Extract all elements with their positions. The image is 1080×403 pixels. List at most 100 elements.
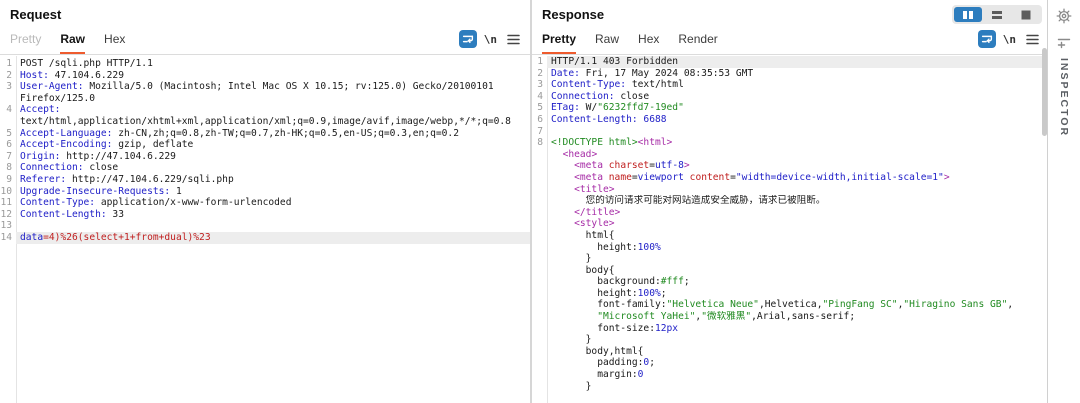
line-content: User-Agent: Mozilla/5.0 (Macintosh; Inte… bbox=[16, 81, 530, 93]
tab-raw[interactable]: Raw bbox=[60, 32, 85, 54]
request-editor[interactable]: 1POST /sqli.php HTTP/1.12Host: 47.104.6.… bbox=[0, 56, 530, 403]
word-wrap-icon[interactable] bbox=[459, 30, 477, 48]
code-line[interactable]: 2Date: Fri, 17 May 2024 08:35:53 GMT bbox=[532, 68, 1047, 80]
line-number: 3 bbox=[532, 79, 547, 91]
line-number: 14 bbox=[0, 232, 16, 244]
word-wrap-icon[interactable] bbox=[978, 30, 996, 48]
rows-layout-icon[interactable] bbox=[983, 7, 1011, 22]
code-line[interactable]: 3User-Agent: Mozilla/5.0 (Macintosh; Int… bbox=[0, 81, 530, 93]
code-line[interactable]: 10Upgrade-Insecure-Requests: 1 bbox=[0, 186, 530, 198]
code-line[interactable]: height:100%; bbox=[532, 288, 1047, 300]
tab-hex[interactable]: Hex bbox=[638, 32, 659, 54]
line-content: <head> bbox=[547, 149, 1047, 161]
code-line[interactable]: height:100% bbox=[532, 242, 1047, 254]
code-line[interactable]: 13 bbox=[0, 220, 530, 232]
line-content: font-size:12px bbox=[547, 323, 1047, 335]
code-line[interactable]: 4Connection: close bbox=[532, 91, 1047, 103]
line-number bbox=[532, 160, 547, 172]
code-line[interactable]: 8Connection: close bbox=[0, 162, 530, 174]
line-content: body{ bbox=[547, 265, 1047, 277]
response-editor[interactable]: 1HTTP/1.1 403 Forbidden2Date: Fri, 17 Ma… bbox=[532, 56, 1047, 403]
code-line[interactable]: padding:0; bbox=[532, 357, 1047, 369]
settings-gear-icon[interactable] bbox=[1056, 8, 1072, 29]
code-line[interactable]: 5ETag: W/"6232ffd7-19ed" bbox=[532, 102, 1047, 114]
tab-raw[interactable]: Raw bbox=[595, 32, 619, 54]
code-line[interactable]: </title> bbox=[532, 207, 1047, 219]
line-content bbox=[16, 220, 530, 232]
code-line[interactable]: <style> bbox=[532, 218, 1047, 230]
line-number: 6 bbox=[532, 114, 547, 126]
line-content: Date: Fri, 17 May 2024 08:35:53 GMT bbox=[547, 68, 1047, 80]
code-line[interactable]: margin:0 bbox=[532, 369, 1047, 381]
code-line[interactable]: "Microsoft YaHei","微软雅黑",Arial,sans-seri… bbox=[532, 311, 1047, 323]
line-content: Accept-Encoding: gzip, deflate bbox=[16, 139, 530, 151]
code-line[interactable]: 6Accept-Encoding: gzip, deflate bbox=[0, 139, 530, 151]
inspector-collapse-icon[interactable] bbox=[1057, 36, 1072, 55]
line-number bbox=[532, 369, 547, 381]
line-number bbox=[532, 346, 547, 358]
code-line[interactable]: <meta charset=utf-8> bbox=[532, 160, 1047, 172]
code-line[interactable]: <meta name=viewport content="width=devic… bbox=[532, 172, 1047, 184]
newline-toggle[interactable]: \n bbox=[484, 33, 497, 46]
newline-toggle[interactable]: \n bbox=[1003, 33, 1016, 46]
line-number bbox=[532, 172, 547, 184]
columns-layout-icon[interactable] bbox=[954, 7, 982, 22]
line-number bbox=[532, 357, 547, 369]
code-line[interactable]: 12Content-Length: 33 bbox=[0, 209, 530, 221]
line-number bbox=[532, 242, 547, 254]
tab-pretty[interactable]: Pretty bbox=[542, 32, 576, 54]
line-content: <meta name=viewport content="width=devic… bbox=[547, 172, 1047, 184]
line-number bbox=[0, 93, 16, 105]
code-line[interactable]: html{ bbox=[532, 230, 1047, 242]
line-content: padding:0; bbox=[547, 357, 1047, 369]
line-content: margin:0 bbox=[547, 369, 1047, 381]
hamburger-menu-icon[interactable] bbox=[1023, 30, 1041, 48]
line-content: } bbox=[547, 381, 1047, 393]
code-line[interactable]: 7Origin: http://47.104.6.229 bbox=[0, 151, 530, 163]
hamburger-menu-icon[interactable] bbox=[504, 30, 522, 48]
code-line[interactable]: 5Accept-Language: zh-CN,zh;q=0.8,zh-TW;q… bbox=[0, 128, 530, 140]
tab-hex[interactable]: Hex bbox=[104, 32, 125, 54]
code-line[interactable]: 3Content-Type: text/html bbox=[532, 79, 1047, 91]
code-line[interactable]: body,html{ bbox=[532, 346, 1047, 358]
line-number: 3 bbox=[0, 81, 16, 93]
code-line[interactable]: body{ bbox=[532, 265, 1047, 277]
line-content: </title> bbox=[547, 207, 1047, 219]
line-content: Upgrade-Insecure-Requests: 1 bbox=[16, 186, 530, 198]
code-line[interactable]: 4Accept: bbox=[0, 104, 530, 116]
tab-pretty[interactable]: Pretty bbox=[10, 32, 41, 54]
single-layout-icon[interactable] bbox=[1012, 7, 1040, 22]
code-line[interactable]: 9Referer: http://47.104.6.229/sqli.php bbox=[0, 174, 530, 186]
line-number: 5 bbox=[0, 128, 16, 140]
code-line[interactable]: } bbox=[532, 381, 1047, 393]
code-line[interactable]: 1HTTP/1.1 403 Forbidden bbox=[532, 56, 1047, 68]
code-line[interactable]: font-family:"Helvetica Neue",Helvetica,"… bbox=[532, 299, 1047, 311]
code-line[interactable]: 14data=4)%26(select+1+from+dual)%23 bbox=[0, 232, 530, 244]
code-line[interactable]: 11Content-Type: application/x-www-form-u… bbox=[0, 197, 530, 209]
code-line[interactable]: 6Content-Length: 6688 bbox=[532, 114, 1047, 126]
code-line[interactable]: text/html,application/xhtml+xml,applicat… bbox=[0, 116, 530, 128]
code-line[interactable]: background:#fff; bbox=[532, 276, 1047, 288]
code-line[interactable]: 8<!DOCTYPE html><html> bbox=[532, 137, 1047, 149]
line-number: 8 bbox=[532, 137, 547, 149]
tab-render[interactable]: Render bbox=[678, 32, 717, 54]
code-line[interactable]: } bbox=[532, 253, 1047, 265]
code-line[interactable]: } bbox=[532, 334, 1047, 346]
code-line[interactable]: 7 bbox=[532, 126, 1047, 138]
line-content: <title> bbox=[547, 184, 1047, 196]
line-number bbox=[532, 218, 547, 230]
line-number: 7 bbox=[532, 126, 547, 138]
line-number bbox=[532, 265, 547, 277]
inspector-label[interactable]: INSPECTOR bbox=[1058, 58, 1070, 137]
code-line[interactable]: 您的访问请求可能对网站造成安全威胁，请求已被阻断。 bbox=[532, 195, 1047, 207]
code-line[interactable]: 2Host: 47.104.6.229 bbox=[0, 70, 530, 82]
code-line[interactable]: Firefox/125.0 bbox=[0, 93, 530, 105]
code-line[interactable]: <head> bbox=[532, 149, 1047, 161]
line-content: 您的访问请求可能对网站造成安全威胁，请求已被阻断。 bbox=[547, 195, 1047, 207]
line-number bbox=[532, 334, 547, 346]
code-line[interactable]: font-size:12px bbox=[532, 323, 1047, 335]
line-number: 8 bbox=[0, 162, 16, 174]
code-line[interactable]: 1POST /sqli.php HTTP/1.1 bbox=[0, 58, 530, 70]
response-panel-header: Response PrettyRawHexRender \n bbox=[532, 0, 1047, 55]
code-line[interactable]: <title> bbox=[532, 184, 1047, 196]
